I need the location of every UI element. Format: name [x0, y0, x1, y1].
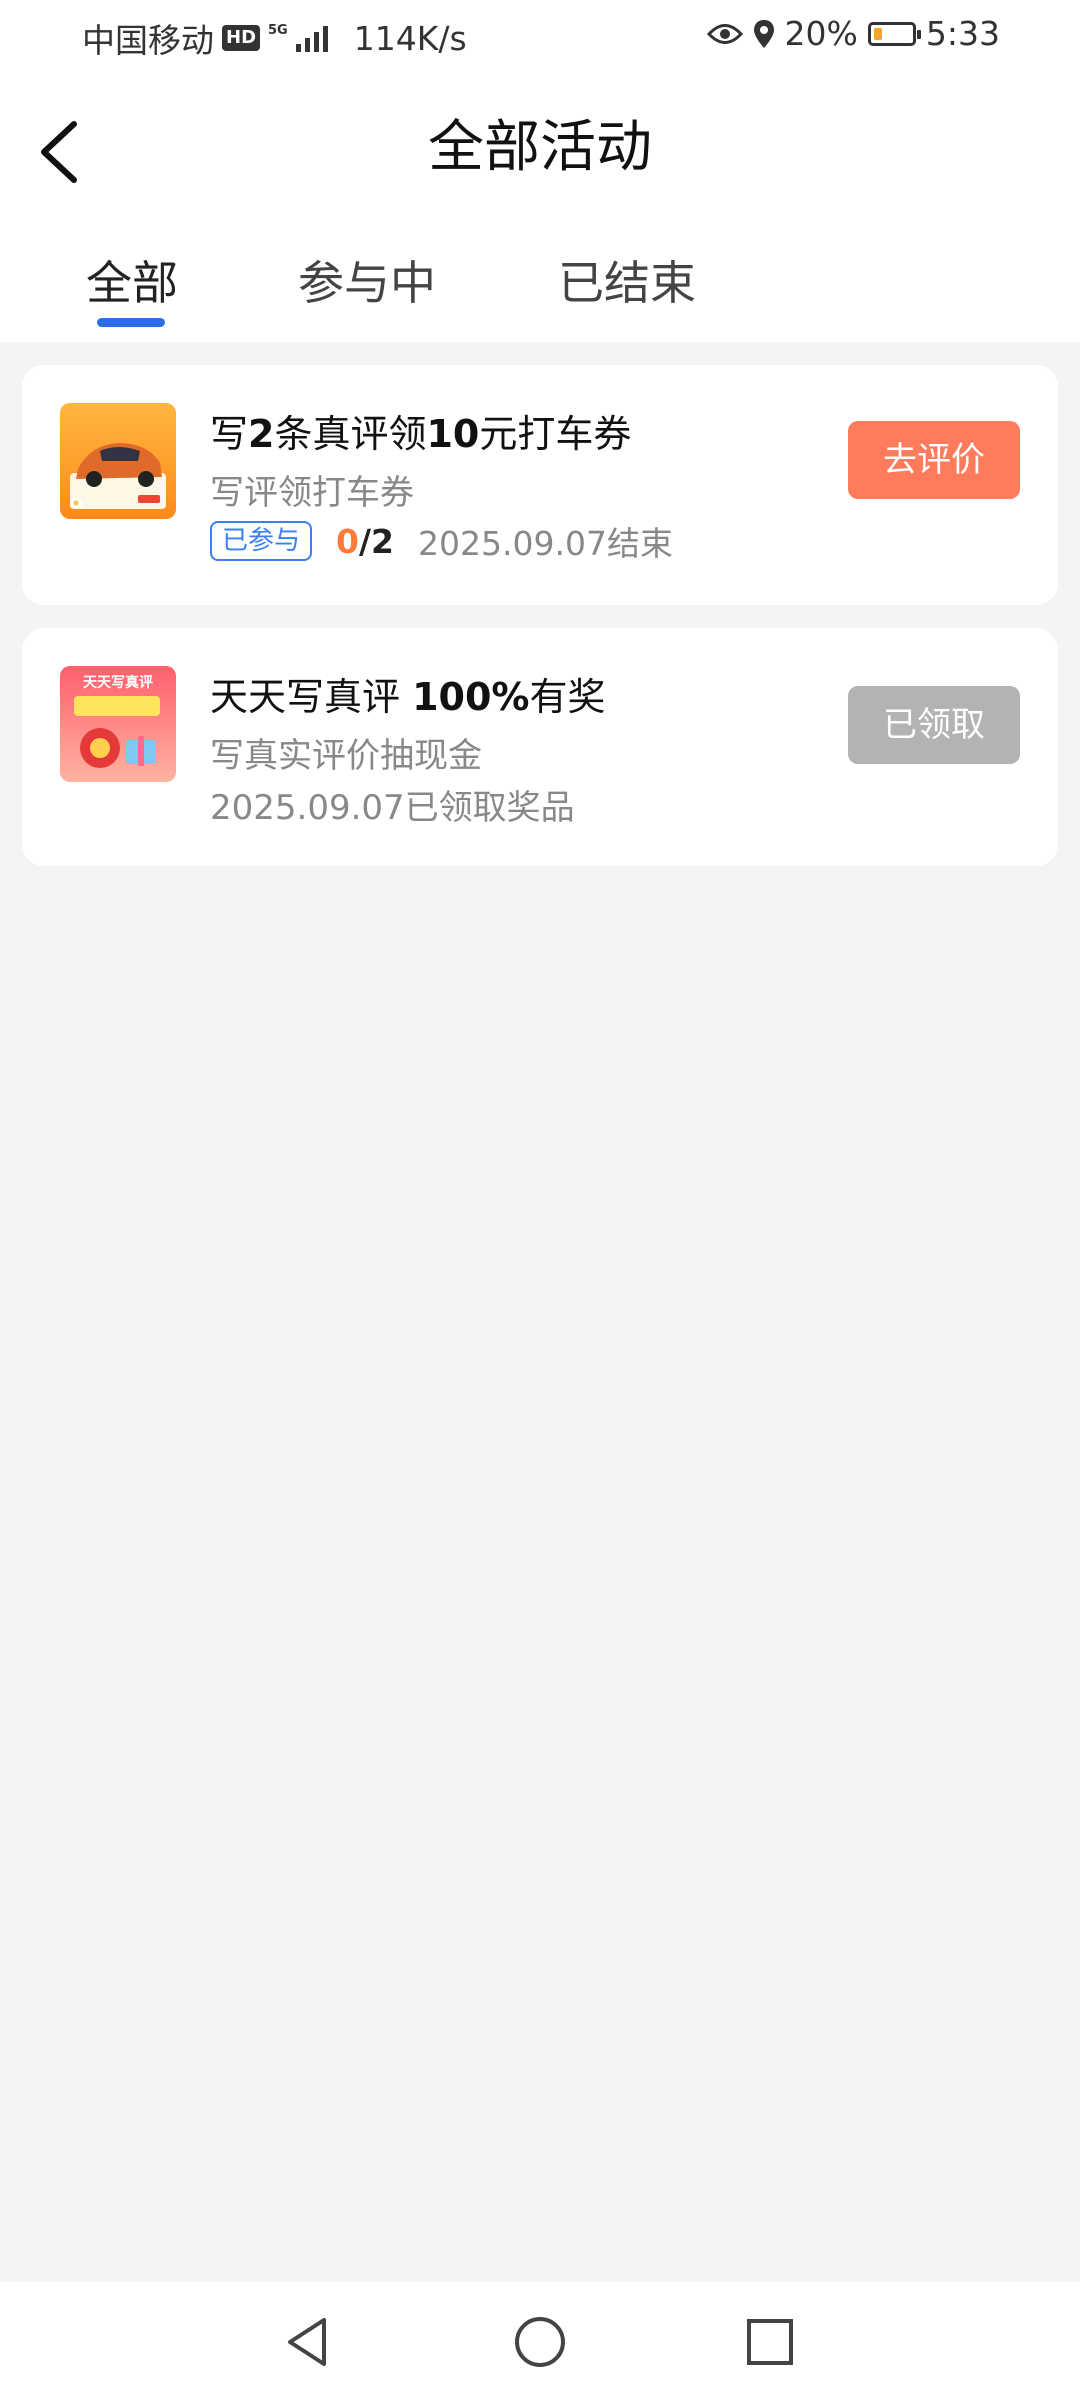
hd-badge: HD [222, 25, 261, 51]
go-review-button[interactable]: 去评价 [848, 421, 1020, 499]
activity-thumbnail [60, 403, 176, 519]
page-title: 全部活动 [428, 115, 652, 180]
activity-title: 天天写真评 100%有奖 [210, 666, 606, 721]
thumbnail-caption: 天天写真评 [83, 675, 153, 691]
title-number: 10 [426, 412, 480, 456]
progress-current: 0 [336, 521, 359, 561]
activity-subtitle: 写评领打车券 [210, 473, 414, 513]
progress-total: /2 [358, 521, 394, 561]
status-left: 中国移动 HD 5G 114K/s [82, 14, 467, 62]
title-number: 100% [412, 675, 530, 719]
network-speed: 114K/s [353, 18, 467, 58]
clock: 5:33 [925, 14, 1000, 53]
status-bar: 中国移动 HD 5G 114K/s 20% 5:33 [0, 0, 1080, 72]
eye-icon [706, 23, 743, 44]
carrier-label: 中国移动 [82, 21, 214, 60]
battery-percent: 20% [784, 14, 858, 53]
title-text: 元打车券 [479, 412, 632, 456]
reward-status: 2025.09.07已领取奖品 [210, 788, 575, 828]
activity-meta: 已参与 0/2 2025.09.07结束 [210, 517, 673, 565]
title-text: 天天写真评 [210, 675, 413, 719]
location-icon [753, 19, 774, 48]
activity-card[interactable]: 天天写真评 天天写真评 100%有奖 写真实评价抽现金 2025.09.07已领… [22, 628, 1058, 866]
activity-subtitle: 写真实评价抽现金 [210, 736, 482, 776]
activity-title: 写2条真评领10元打车券 [210, 403, 631, 458]
end-date: 2025.09.07结束 [418, 524, 673, 563]
tab-active-indicator [97, 318, 165, 327]
title-text: 条真评领 [274, 412, 427, 456]
tab-participating[interactable]: 参与中 [298, 247, 436, 313]
car-image-icon [60, 403, 176, 519]
tab-all[interactable]: 全部 [86, 247, 178, 313]
back-triangle-icon [288, 2318, 326, 2366]
page-header: 全部活动 全部 参与中 已结束 [0, 72, 1080, 342]
activity-card[interactable]: 写2条真评领10元打车券 写评领打车券 已参与 0/2 2025.09.07结束… [22, 365, 1058, 605]
signal-icon: 5G [268, 24, 328, 52]
recents-square-icon [747, 2319, 793, 2365]
system-nav-bar [0, 2282, 1080, 2400]
nav-back-button[interactable] [280, 2312, 340, 2372]
title-text: 有奖 [529, 675, 606, 719]
nav-home-button[interactable] [510, 2312, 570, 2372]
network-type: 5G [268, 23, 288, 38]
tab-ended[interactable]: 已结束 [558, 247, 696, 313]
progress-count: 0/2 [336, 522, 394, 561]
status-right: 20% 5:33 [706, 14, 1000, 53]
activity-thumbnail: 天天写真评 [60, 666, 176, 782]
nav-recents-button[interactable] [740, 2312, 800, 2372]
battery-icon [867, 21, 921, 46]
title-text: 写 [210, 412, 249, 456]
participated-tag: 已参与 [210, 521, 313, 561]
title-number: 2 [248, 412, 275, 456]
claimed-button[interactable]: 已领取 [848, 686, 1020, 764]
home-circle-icon [515, 2317, 565, 2367]
